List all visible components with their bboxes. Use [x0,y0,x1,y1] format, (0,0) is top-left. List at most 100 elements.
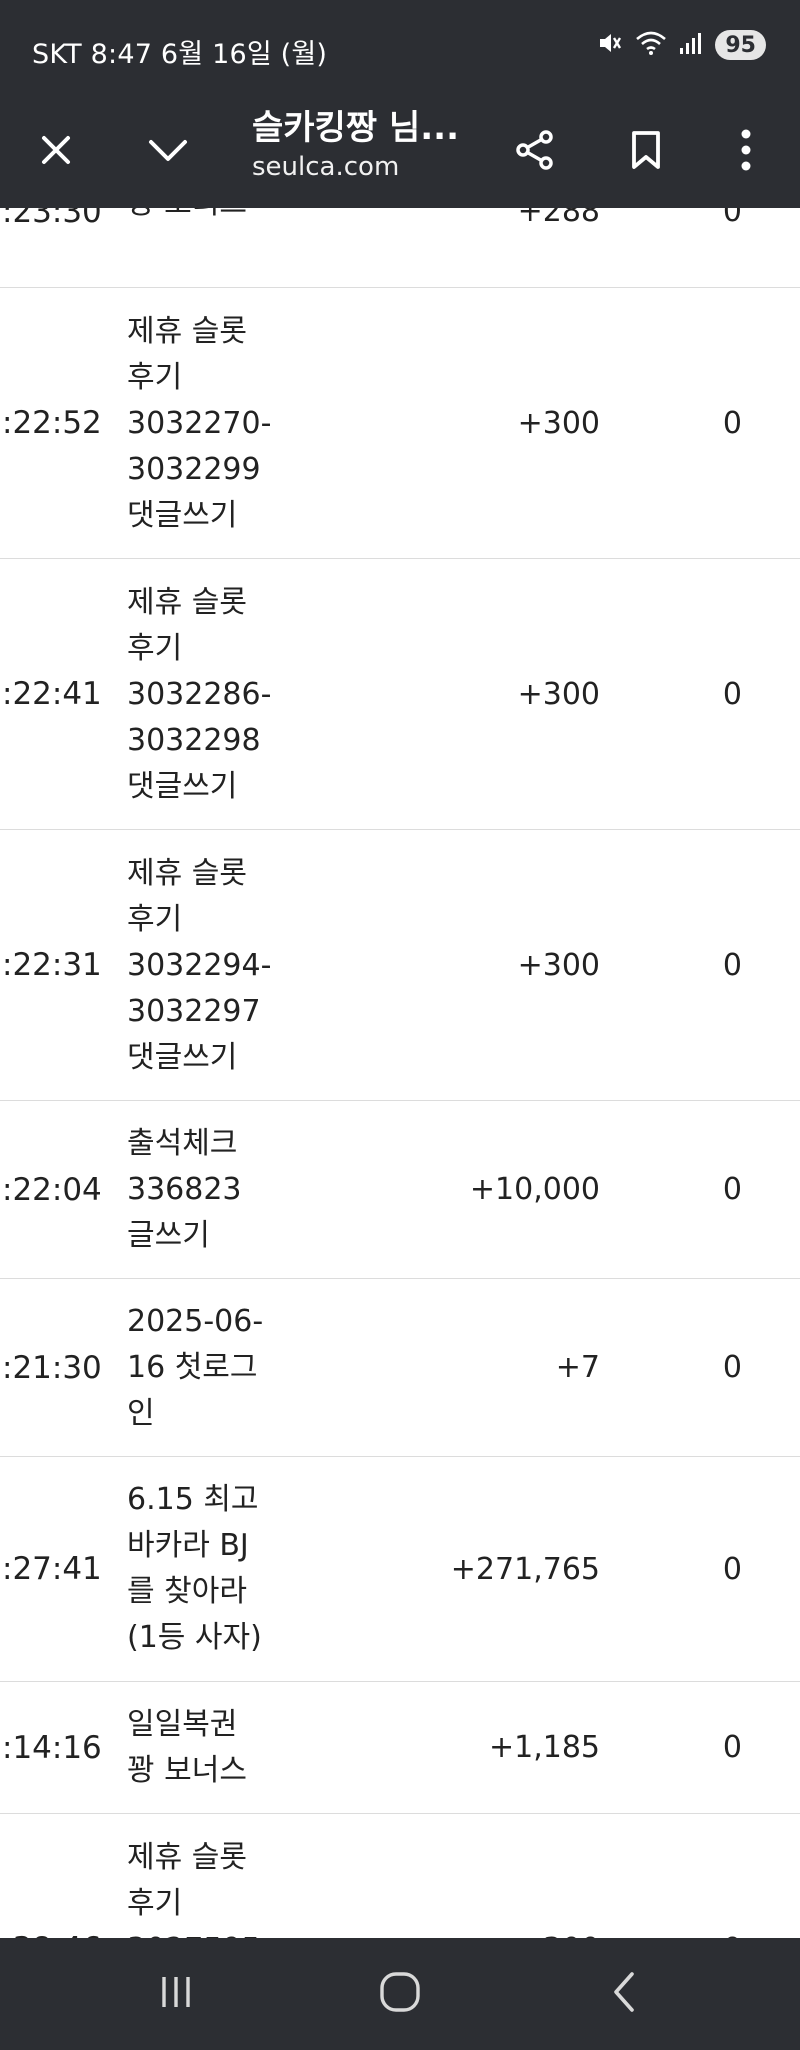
row-time: :22:31 [2,947,102,983]
row-time: :38:46 [0,1814,117,1938]
row-amount: +300 [517,947,600,983]
row-description-line: 제휴 슬롯 [127,585,247,620]
row-description: 일일복권 꽝 보너스 [127,1702,312,1794]
row-description-line: 댓글쓰기 [127,498,238,533]
table-row: :22:52 제휴 슬롯 후기 3032270- 3032299 댓글쓰기 +3… [0,288,800,559]
custom-tab-toolbar: 슬카킹짱 님... seulca.com [0,100,800,208]
row-amount: +10,000 [469,1172,600,1207]
status-icons: 95 [597,30,766,60]
status-bar: SKT 8:47 6월 16일 (월) 95 [0,0,800,100]
battery-indicator: 95 [715,30,766,60]
back-button[interactable] [584,1963,664,2025]
point-history-table[interactable]: :23:30 꽝 보너스 +288 0 :22:52 제휴 슬롯 후기 3032… [0,208,800,1938]
row-balance: 0 [722,1730,742,1765]
row-time: :27:41 [2,1551,102,1587]
clock-label: 8:47 [90,39,153,70]
row-description: 제휴 슬롯 후기 3032294- 3032297 댓글쓰기 [127,851,312,1081]
bookmark-icon [628,129,664,175]
page-info[interactable]: 슬카킹짱 님... seulca.com [252,100,472,208]
row-time: :22:41 [2,676,102,712]
row-description-line: 인 [127,1396,155,1431]
row-description: 2025-06- 16 첫로그 인 [127,1299,312,1437]
row-description: 제휴 슬롯 후기 3027595 [127,1835,312,1938]
row-description-line: 16 첫로그 [127,1350,258,1385]
chevron-down-icon [147,135,189,169]
row-description-line: 후기 [127,360,183,395]
date-label: 6월 16일 (월) [160,39,328,70]
row-description-line: 글쓰기 [127,1218,210,1253]
row-description-line: 후기 [127,902,183,937]
row-description-line: 꽝 보너스 [127,1753,247,1788]
row-description: 꽝 보너스 [127,208,312,227]
point-history-rows: :23:30 꽝 보너스 +288 0 :22:52 제휴 슬롯 후기 3032… [0,208,800,1938]
row-description-line: 3032270- [127,406,272,441]
row-description-line: 댓글쓰기 [127,1040,238,1075]
share-icon [513,128,557,176]
more-options-button[interactable] [714,120,778,184]
row-description-line: 를 찾아라 [127,1574,247,1609]
row-balance: 0 [722,1551,742,1587]
row-description-line: 3027595 [127,1927,312,1938]
row-description-line: 일일복권 [127,1707,238,1742]
table-row: :22:04 출석체크 336823 글쓰기 +10,000 0 [0,1101,800,1279]
row-balance: 0 [722,208,742,229]
carrier-label: SKT [32,39,82,70]
row-description-line: 3032294- [127,948,272,983]
row-time: :23:30 [2,208,102,230]
row-description: 제휴 슬롯 후기 3032270- 3032299 댓글쓰기 [127,309,312,539]
row-amount: +7 [555,1350,600,1385]
battery-level: 95 [725,32,756,58]
row-balance: 0 [723,1814,742,1939]
row-balance: 0 [722,1350,742,1385]
home-icon [378,1970,422,2018]
table-row: :21:30 2025-06- 16 첫로그 인 +7 0 [0,1279,800,1457]
row-time: :22:52 [2,405,102,441]
row-description-line: 3032298 [127,723,261,758]
row-description-line: 336823 [127,1172,242,1207]
recent-apps-icon [156,1972,196,2016]
row-amount: +300 [517,405,600,441]
table-row: :27:41 6.15 최고 바카라 BJ 를 찾아라 (1등 사자) +271… [0,1457,800,1682]
home-button[interactable] [360,1963,440,2025]
row-description-line: 후기 [127,1886,183,1921]
row-balance: 0 [722,1172,742,1207]
expand-button[interactable] [136,120,200,184]
row-description-line: 2025-06- [127,1304,264,1339]
table-row: :22:31 제휴 슬롯 후기 3032294- 3032297 댓글쓰기 +3… [0,830,800,1101]
wifi-icon [635,30,667,60]
row-amount: +300 [517,676,600,712]
row-description: 6.15 최고 바카라 BJ 를 찾아라 (1등 사자) [127,1477,312,1661]
page-domain: seulca.com [252,152,400,182]
row-amount: +300 [518,1814,600,1939]
mute-icon [597,30,623,60]
bookmark-button[interactable] [614,120,678,184]
row-balance: 0 [722,947,742,983]
system-nav-bar [0,1938,800,2050]
row-description-line: 3032286- [127,677,272,712]
close-button[interactable] [24,120,88,184]
row-balance: 0 [722,405,742,441]
signal-icon [679,31,703,59]
table-row: :38:46 제휴 슬롯 후기 3027595 +300 0 [0,1814,800,1938]
recent-apps-button[interactable] [136,1963,216,2025]
row-description-line: 출석체크 [127,1126,238,1161]
row-amount: +288 [517,208,600,229]
status-left: SKT 8:47 6월 16일 (월) [32,32,327,71]
row-description-line: 바카라 BJ [127,1528,249,1563]
row-amount: +271,765 [450,1551,600,1587]
row-time: :22:04 [2,1171,102,1208]
row-description-line: 후기 [127,631,183,666]
close-icon [38,132,74,172]
table-row: :14:16 일일복권 꽝 보너스 +1,185 0 [0,1682,800,1814]
row-description-line: 꽝 보너스 [127,208,312,227]
row-amount: +1,185 [488,1730,600,1765]
page-title: 슬카킹짱 님... [252,108,459,148]
row-description-line: 댓글쓰기 [127,769,238,804]
row-description-line: 제휴 슬롯 [127,1840,247,1875]
row-description: 제휴 슬롯 후기 3032286- 3032298 댓글쓰기 [127,580,312,810]
share-button[interactable] [503,120,567,184]
back-icon [608,1970,640,2018]
table-row: :22:41 제휴 슬롯 후기 3032286- 3032298 댓글쓰기 +3… [0,559,800,830]
row-description-line: 3032299 [127,452,261,487]
more-vert-icon [740,128,752,176]
